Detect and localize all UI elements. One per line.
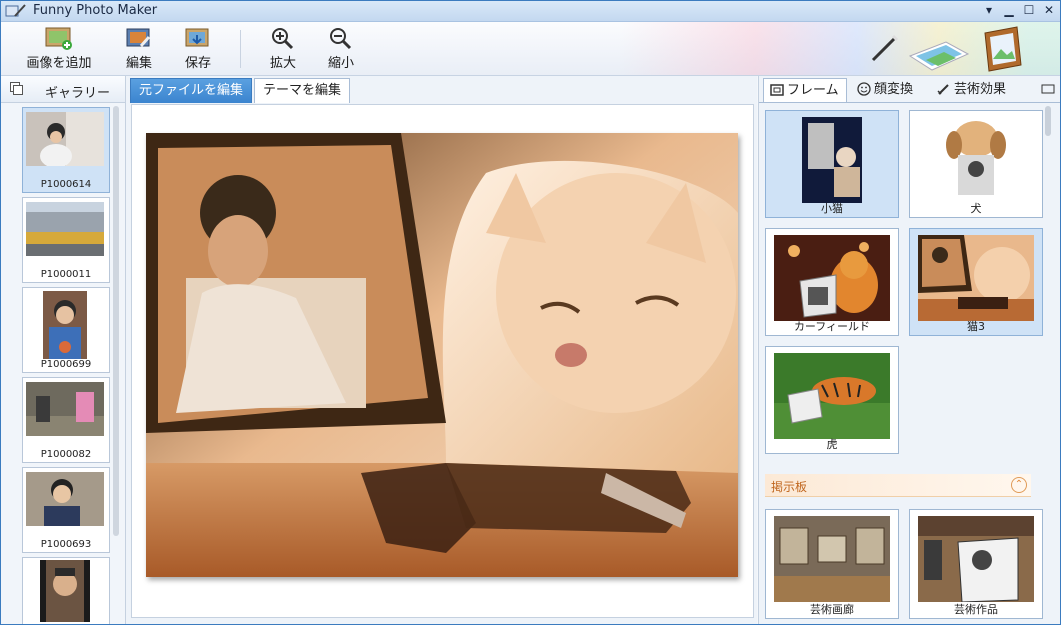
frames-scrollbar[interactable] [1045,106,1051,136]
tab-edit-theme[interactable]: テーマを編集 [254,78,351,103]
menu-dropdown-icon[interactable]: ▾ [982,3,996,17]
frame-item-label: 虎 [826,438,838,451]
frame-item[interactable]: 猫3 [909,228,1043,336]
gallery-icon[interactable] [10,82,23,95]
save-button[interactable]: 保存 [178,26,218,72]
frame-item-label: 小猫 [821,202,843,215]
editor-panel: 元ファイルを編集 テーマを編集 [126,76,757,624]
gallery-title: ギャラリー [45,86,111,101]
zoom-out-label: 縮小 [327,56,354,71]
tab-face-swap[interactable]: 顔変換 [851,78,913,102]
frame-item-label: 犬 [970,202,982,215]
tab-more[interactable] [1039,78,1058,102]
gallery-item[interactable]: P1000011 [22,197,110,283]
board-item-label: 芸術画廊 [810,603,854,616]
edit-label: 編集 [125,56,152,71]
gallery-thumbnail [26,472,104,526]
gallery-thumbnail [26,202,104,256]
smiley-icon [857,81,871,96]
tab-frame[interactable]: フレーム [763,78,847,103]
add-image-button[interactable]: 画像を追加 [19,26,99,72]
section-header[interactable]: 掲示板 ⌃ [765,474,1031,497]
frame-thumbnail [918,117,1034,203]
zoom-out-button[interactable]: 縮小 [321,26,361,72]
gallery-thumbnail [26,382,104,436]
save-icon [185,28,209,47]
gallery-item[interactable]: P1000693 [22,467,110,553]
frame-thumbnail [802,117,862,203]
frame-item-label: カーフィールド [793,320,871,333]
collapse-icon[interactable]: ⌃ [1011,477,1027,493]
close-button[interactable]: ✕ [1042,3,1056,17]
gallery-item[interactable]: P1000699 [22,287,110,373]
add-image-icon [45,27,72,50]
magic-wand-icon [871,34,899,62]
maximize-button[interactable]: ☐ [1022,3,1036,17]
gallery-panel: ギャラリー P1000614 P1000011 P1000699 P100008… [1,76,126,624]
tab-art-effect-label: 芸術効果 [954,82,1007,97]
picture-frame-icon [984,26,1022,72]
frame-item-label: 猫3 [967,320,985,333]
edit-button[interactable]: 編集 [119,26,159,72]
gallery-item-label: P1000011 [40,269,92,280]
gallery-item-label: P1000082 [40,449,92,460]
frame-icon [770,83,784,96]
photos-decoration-icon [908,41,970,71]
add-image-label: 画像を追加 [26,56,92,71]
gallery-item-label: P1000699 [40,359,92,370]
gallery-item-label: P1000614 [40,179,92,190]
toolbar-separator [240,30,241,68]
tab-divider [759,102,1060,103]
title-bar: Funny Photo Maker ▾ ▁ ☐ ✕ [1,1,1060,22]
frame-item[interactable]: 小猫 [765,110,899,218]
gallery-thumbnail [26,112,104,166]
board-item[interactable]: 芸術作品 [909,509,1043,619]
zoom-out-icon [330,28,352,50]
gallery-item[interactable] [22,557,110,624]
frame-thumbnail [774,235,890,321]
board-item-label: 芸術作品 [954,603,998,616]
tab-art-effect[interactable]: 芸術効果 [931,78,1006,102]
gallery-item[interactable]: P1000082 [22,377,110,463]
gallery-item[interactable]: P1000614 [22,107,110,193]
window-controls: ▾ ▁ ☐ ✕ [982,3,1056,17]
frame-item[interactable]: カーフィールド [765,228,899,336]
minimize-button[interactable]: ▁ [1002,3,1016,17]
photo-canvas[interactable] [131,104,754,618]
brush-icon [937,83,949,95]
save-label: 保存 [184,56,211,71]
board-thumbnail [774,516,890,602]
edit-icon [126,28,151,47]
app-icon [5,4,26,17]
frame-item[interactable]: 犬 [909,110,1043,218]
frame-thumbnail [774,353,890,439]
tab-frame-label: フレーム [787,83,839,98]
tab-edit-original[interactable]: 元ファイルを編集 [130,78,253,103]
zoom-in-button[interactable]: 拡大 [263,26,303,72]
frame-thumbnail [918,235,1034,321]
frame-item[interactable]: 虎 [765,346,899,454]
gallery-scrollbar[interactable] [113,106,119,536]
effects-panel: フレーム 顔変換 芸術効果 小猫 犬 カーフィールド 猫3 虎 掲示板 ⌃ 芸術… [758,76,1060,624]
board-thumbnail [918,516,1034,602]
toolbar: 画像を追加 編集 保存 拡大 縮小 [1,22,1060,76]
app-window: Funny Photo Maker ▾ ▁ ☐ ✕ 画像を追加 編集 保存 拡大… [0,0,1061,625]
gallery-header: ギャラリー [1,76,125,103]
gallery-thumbnail [40,560,90,622]
section-title: 掲示板 [771,480,808,494]
zoom-in-icon [272,28,294,50]
gallery-thumbnail [43,291,87,359]
tab-face-swap-label: 顔変換 [874,82,914,97]
more-tab-icon [1041,84,1055,93]
zoom-in-label: 拡大 [269,56,296,71]
edited-photo[interactable] [146,133,738,577]
window-title: Funny Photo Maker [33,3,158,18]
board-item[interactable]: 芸術画廊 [765,509,899,619]
gallery-item-label: P1000693 [40,539,92,550]
